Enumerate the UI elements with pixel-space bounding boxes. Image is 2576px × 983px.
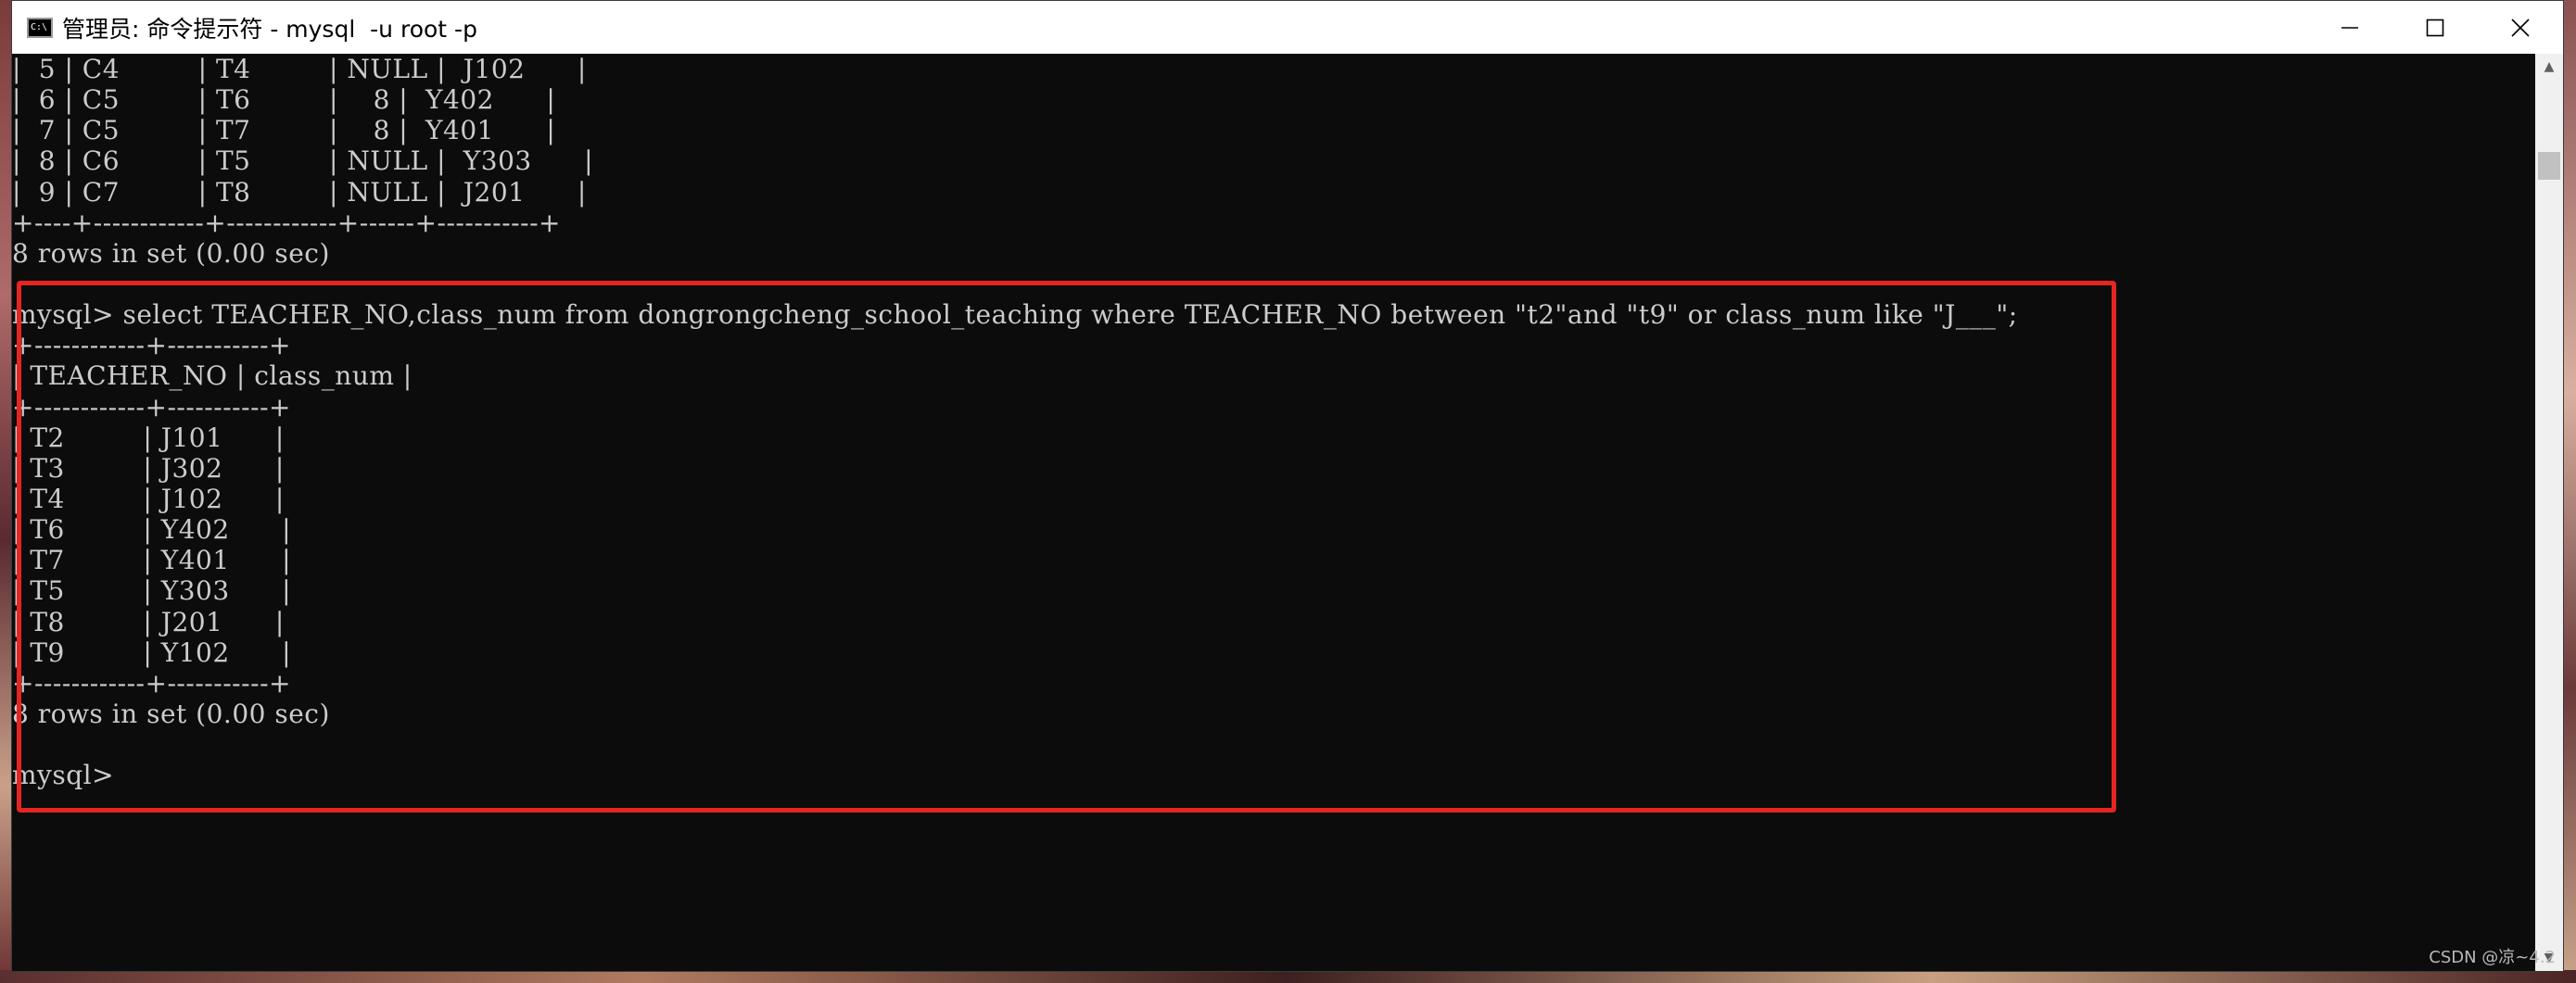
terminal-line: | T7 | Y401 | bbox=[12, 545, 292, 576]
terminal-line: | TEACHER_NO | class_num | bbox=[12, 360, 412, 392]
terminal-line: | T4 | J102 | bbox=[12, 483, 285, 514]
terminal-line: | 7 | C5 | T7 | 8 | Y401 | bbox=[12, 115, 556, 146]
terminal-text: | 5 | C4 | T4 | NULL | J102 | | 6 | C5 | … bbox=[12, 54, 2018, 790]
terminal-line: +------------+-----------+ bbox=[12, 391, 291, 422]
scroll-up-arrow-icon[interactable]: ▲ bbox=[2535, 54, 2563, 80]
csdn-watermark: CSDN @凉~4.2 bbox=[2429, 948, 2556, 967]
cmd-window: C:\ 管理员: 命令提示符 - mysql -u root -p | 5 | … bbox=[11, 0, 2564, 972]
maximize-icon bbox=[2426, 19, 2444, 36]
terminal-line: +----+------------+------------+------+-… bbox=[12, 207, 562, 238]
maximize-button[interactable] bbox=[2392, 1, 2478, 54]
terminal-line: | 8 | C6 | T5 | NULL | Y303 | bbox=[12, 145, 594, 177]
terminal-line: +------------+-----------+ bbox=[12, 667, 291, 699]
terminal-line: | T2 | J101 | bbox=[12, 422, 285, 453]
terminal-line: | 5 | C4 | T4 | NULL | J102 | bbox=[12, 54, 587, 84]
scroll-thumb[interactable] bbox=[2538, 152, 2560, 180]
terminal-line: 8 rows in set (0.00 sec) bbox=[12, 698, 330, 729]
terminal-line: | 6 | C5 | T6 | 8 | Y402 | bbox=[12, 84, 556, 116]
terminal-line: mysql> select TEACHER_NO,class_num from … bbox=[12, 299, 2018, 331]
minimize-icon bbox=[2341, 26, 2358, 29]
terminal-line: | T5 | Y303 | bbox=[12, 575, 292, 607]
desktop-wallpaper-bottom bbox=[0, 970, 2576, 983]
terminal-line: | T3 | J302 | bbox=[12, 452, 285, 484]
minimize-button[interactable] bbox=[2307, 1, 2392, 54]
close-icon bbox=[2511, 18, 2530, 37]
terminal-line: | T9 | Y102 | bbox=[12, 636, 292, 668]
terminal-line: | T6 | Y402 | bbox=[12, 514, 292, 546]
terminal-line: | 9 | C7 | T8 | NULL | J201 | bbox=[12, 176, 587, 208]
window-titlebar[interactable]: C:\ 管理员: 命令提示符 - mysql -u root -p bbox=[12, 1, 2563, 54]
terminal-line: 8 rows in set (0.00 sec) bbox=[12, 237, 330, 269]
terminal-line: mysql> bbox=[12, 760, 115, 791]
terminal-line: | T8 | J201 | bbox=[12, 606, 285, 637]
terminal-line: +------------+-----------+ bbox=[12, 330, 291, 361]
vertical-scrollbar[interactable]: ▲ ▼ bbox=[2535, 54, 2563, 971]
cmd-app-icon[interactable]: C:\ bbox=[27, 17, 53, 38]
window-controls bbox=[2307, 1, 2563, 54]
close-button[interactable] bbox=[2478, 1, 2563, 54]
window-title: 管理员: 命令提示符 - mysql -u root -p bbox=[62, 15, 477, 43]
terminal-output-area[interactable]: | 5 | C4 | T4 | NULL | J102 | | 6 | C5 | … bbox=[12, 54, 2535, 971]
